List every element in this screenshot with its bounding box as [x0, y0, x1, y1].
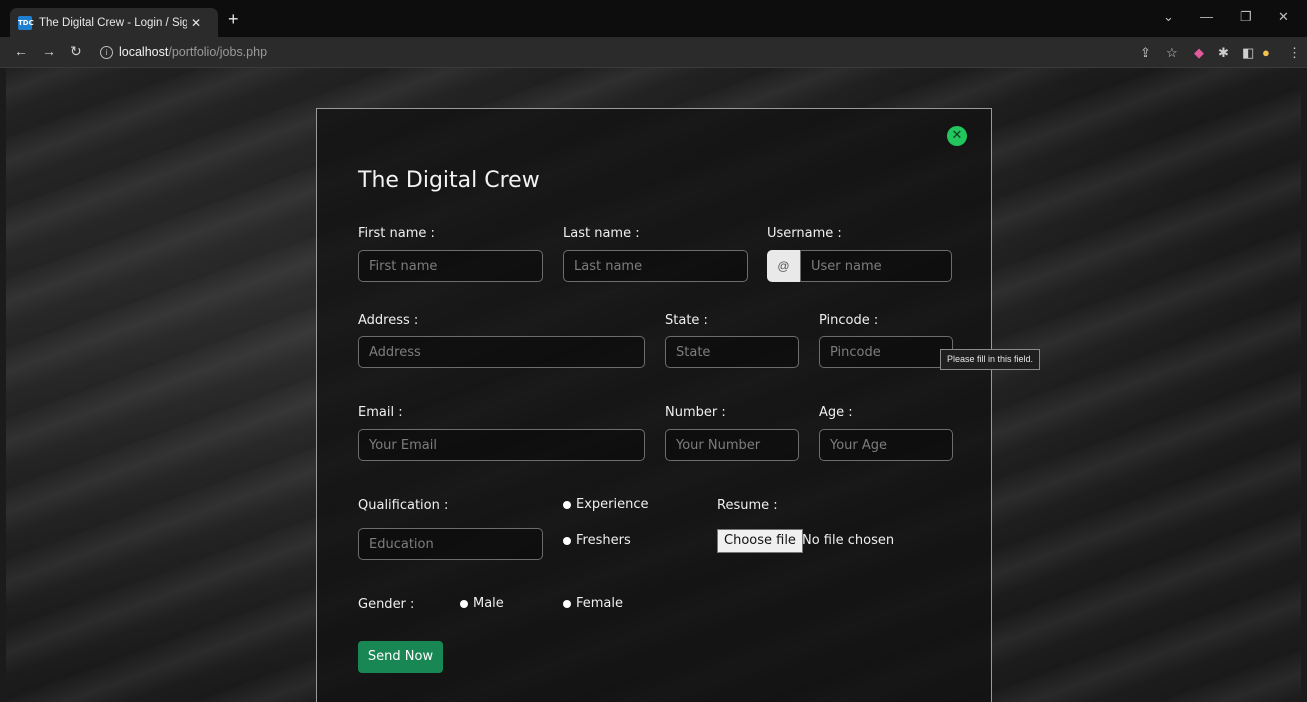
form-title: The Digital Crew: [358, 168, 540, 193]
state-label: State :: [665, 313, 708, 328]
browser-toolbar: ← → ↻ i localhost /portfolio/jobs.php ⇪ …: [0, 37, 1307, 68]
browser-tab[interactable]: TDC The Digital Crew - Login / Sign up ✕: [10, 8, 218, 37]
female-radio-label: Female: [576, 596, 624, 611]
radio-dot-icon: [460, 599, 468, 608]
browser-tab-bar: TDC The Digital Crew - Login / Sign up ✕…: [0, 0, 1307, 37]
restore-icon[interactable]: ❐: [1240, 9, 1252, 25]
tab-title: The Digital Crew - Login / Sign up: [39, 16, 187, 29]
tab-search-icon[interactable]: ⌄: [1163, 9, 1174, 25]
color-extension-icon[interactable]: ◆: [1194, 45, 1204, 61]
url-path: /portfolio/jobs.php: [168, 45, 268, 59]
share-icon[interactable]: ⇪: [1140, 45, 1151, 61]
experience-radio[interactable]: Experience: [563, 497, 649, 512]
first-name-input[interactable]: [358, 250, 543, 282]
bookmark-star-icon[interactable]: ☆: [1166, 45, 1178, 61]
address-input[interactable]: [358, 336, 645, 368]
forward-icon[interactable]: →: [42, 43, 56, 59]
info-icon[interactable]: i: [100, 45, 113, 59]
extensions-puzzle-icon[interactable]: ✱: [1218, 45, 1229, 61]
menu-kebab-icon[interactable]: ⋮: [1288, 45, 1301, 61]
reload-icon[interactable]: ↻: [70, 43, 82, 60]
email-input[interactable]: [358, 429, 645, 461]
tab-close-icon[interactable]: ✕: [191, 16, 201, 30]
send-now-button[interactable]: Send Now: [358, 641, 443, 673]
pincode-input[interactable]: [819, 336, 953, 368]
gender-label: Gender :: [358, 597, 415, 612]
job-application-form: ✕ The Digital Crew First name : Last nam…: [316, 108, 992, 702]
side-panel-icon[interactable]: ◧: [1242, 45, 1254, 61]
number-input[interactable]: [665, 429, 799, 461]
url-host: localhost: [119, 45, 169, 59]
radio-dot-icon: [563, 536, 571, 545]
username-label: Username :: [767, 226, 842, 241]
number-label: Number :: [665, 405, 726, 420]
email-label: Email :: [358, 405, 403, 420]
resume-label: Resume :: [717, 498, 778, 513]
new-tab-button[interactable]: +: [228, 10, 239, 28]
male-radio[interactable]: Male: [460, 596, 504, 611]
qualification-input[interactable]: [358, 528, 543, 560]
favicon-icon: TDC: [18, 15, 34, 30]
minimize-icon[interactable]: —: [1200, 9, 1213, 24]
back-icon[interactable]: ←: [14, 43, 28, 59]
last-name-label: Last name :: [563, 226, 640, 241]
file-status-text: No file chosen: [802, 533, 895, 548]
qualification-label: Qualification :: [358, 498, 449, 513]
first-name-label: First name :: [358, 226, 435, 241]
pincode-label: Pincode :: [819, 313, 879, 328]
window-close-icon[interactable]: ✕: [1278, 9, 1289, 25]
address-label: Address :: [358, 313, 419, 328]
female-radio[interactable]: Female: [563, 596, 623, 611]
radio-dot-icon: [563, 500, 571, 509]
profile-avatar-icon[interactable]: ●: [1262, 45, 1270, 60]
username-prefix: @: [767, 250, 800, 282]
close-form-icon[interactable]: ✕: [947, 126, 967, 146]
validation-tooltip: Please fill in this field.: [940, 349, 1041, 370]
address-bar[interactable]: i localhost /portfolio/jobs.php: [96, 41, 1226, 63]
male-radio-label: Male: [473, 596, 504, 611]
freshers-radio[interactable]: Freshers: [563, 533, 631, 548]
page-background: ✕ The Digital Crew First name : Last nam…: [6, 68, 1301, 702]
freshers-radio-label: Freshers: [576, 533, 631, 548]
username-input[interactable]: [800, 250, 952, 282]
radio-dot-icon: [563, 599, 571, 608]
age-input[interactable]: [819, 429, 953, 461]
experience-radio-label: Experience: [576, 497, 649, 512]
age-label: Age :: [819, 405, 853, 420]
last-name-input[interactable]: [563, 250, 748, 282]
choose-file-button[interactable]: Choose file: [717, 529, 803, 553]
state-input[interactable]: [665, 336, 799, 368]
